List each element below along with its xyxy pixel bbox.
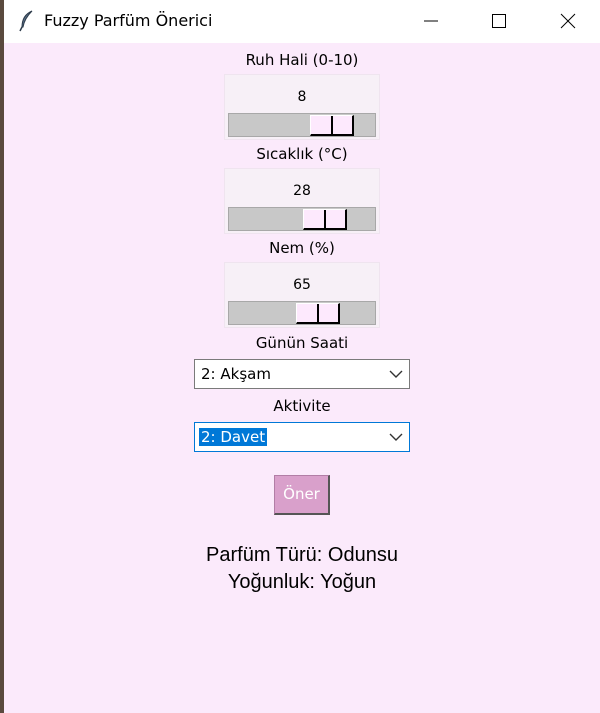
mood-trough[interactable] <box>228 113 376 137</box>
title-bar[interactable]: Fuzzy Parfüm Önerici <box>4 0 600 43</box>
temperature-trough[interactable] <box>228 207 376 231</box>
time-of-day-selected: 2: Akşam <box>201 365 271 383</box>
humidity-slider-handle[interactable] <box>296 303 340 324</box>
perfume-type-result: Parfüm Türü: Odunsu <box>206 544 398 566</box>
intensity-result: Yoğunluk: Yoğun <box>227 571 377 593</box>
minimize-icon <box>424 20 438 22</box>
activity-selected: 2: Davet <box>199 428 268 446</box>
mood-slider-handle[interactable] <box>310 115 354 136</box>
activity-label: Aktivite <box>273 397 331 415</box>
activity-select[interactable]: 2: Davet <box>194 422 410 452</box>
recommend-button[interactable]: Öner <box>274 475 330 515</box>
time-of-day-label: Günün Saati <box>255 334 349 352</box>
time-of-day-select[interactable]: 2: Akşam <box>194 359 410 389</box>
chevron-down-icon[interactable] <box>389 370 403 379</box>
mood-label: Ruh Hali (0-10) <box>245 51 359 69</box>
minimize-button[interactable] <box>408 0 454 43</box>
mood-value: 8 <box>297 89 307 105</box>
humidity-label: Nem (%) <box>269 239 335 257</box>
temperature-slider-handle[interactable] <box>303 209 347 230</box>
temperature-scale: 28 <box>224 168 380 234</box>
temperature-value: 28 <box>293 183 311 199</box>
temperature-label: Sıcaklık (°C) <box>256 145 348 163</box>
close-icon <box>560 13 576 29</box>
chevron-down-icon[interactable] <box>389 433 403 442</box>
humidity-trough[interactable] <box>228 301 376 325</box>
maximize-icon <box>492 14 506 28</box>
window-title: Fuzzy Parfüm Önerici <box>44 11 213 30</box>
humidity-scale: 65 <box>224 262 380 328</box>
close-button[interactable] <box>545 0 591 43</box>
mood-scale: 8 <box>224 74 380 140</box>
app-window: Fuzzy Parfüm Önerici Ruh Hali (0-10) 8 S… <box>4 0 600 713</box>
feather-icon <box>19 10 35 32</box>
maximize-button[interactable] <box>476 0 522 43</box>
humidity-value: 65 <box>293 277 311 293</box>
